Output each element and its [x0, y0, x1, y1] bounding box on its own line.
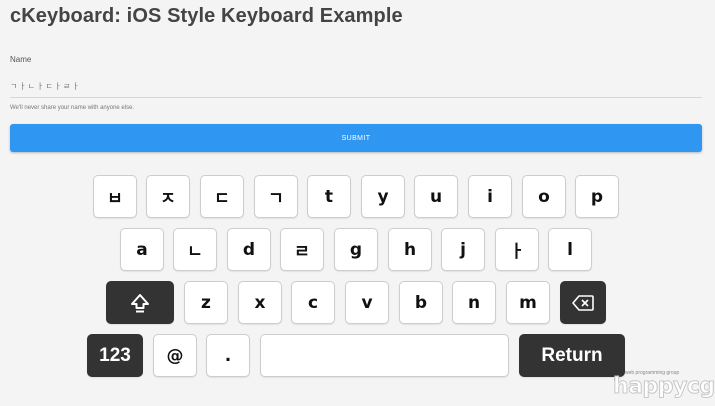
key-row1-2[interactable]: ㅈ: [146, 175, 190, 218]
return-key[interactable]: Return: [519, 334, 625, 377]
key-row1-8[interactable]: i: [468, 175, 512, 218]
name-label: Name: [10, 55, 32, 64]
key-row2-8[interactable]: ㅏ: [495, 228, 539, 271]
key-row2-4[interactable]: ㄹ: [280, 228, 324, 271]
shift-key[interactable]: [106, 281, 174, 324]
key-row1-1[interactable]: ㅂ: [93, 175, 137, 218]
key-row1-9[interactable]: o: [522, 175, 566, 218]
key-row3-3[interactable]: c: [291, 281, 335, 324]
key-row2-3[interactable]: d: [227, 228, 271, 271]
key-row3-6[interactable]: n: [452, 281, 496, 324]
shift-icon: [131, 293, 149, 312]
key-row2-5[interactable]: g: [334, 228, 378, 271]
watermark-brand: happycgi: [613, 374, 715, 400]
key-row2-9[interactable]: l: [548, 228, 592, 271]
key-row1-4[interactable]: ㄱ: [254, 175, 298, 218]
key-row1-3[interactable]: ㄷ: [200, 175, 244, 218]
key-row2-2[interactable]: ㄴ: [173, 228, 217, 271]
key-row1-5[interactable]: t: [307, 175, 351, 218]
space-key[interactable]: [260, 334, 509, 377]
key-row3-2[interactable]: x: [238, 281, 282, 324]
key-row3-5[interactable]: b: [399, 281, 443, 324]
watermark-logo: web programming group happycgi: [613, 370, 715, 404]
key-row3-4[interactable]: v: [345, 281, 389, 324]
key-row2-6[interactable]: h: [388, 228, 432, 271]
at-key[interactable]: @: [153, 334, 197, 377]
key-row1-7[interactable]: u: [414, 175, 458, 218]
backspace-icon: [572, 294, 594, 311]
dot-key[interactable]: .: [206, 334, 250, 377]
key-row3-7[interactable]: m: [506, 281, 550, 324]
key-row3-1[interactable]: z: [184, 281, 228, 324]
key-row1-6[interactable]: y: [361, 175, 405, 218]
name-input[interactable]: [10, 76, 702, 98]
submit-button[interactable]: SUBMIT: [10, 124, 702, 152]
key-row1-10[interactable]: p: [575, 175, 619, 218]
page-title: cKeyboard: iOS Style Keyboard Example: [10, 5, 403, 27]
numbers-key[interactable]: 123: [87, 334, 143, 377]
backspace-key[interactable]: [560, 281, 606, 324]
key-row2-7[interactable]: j: [441, 228, 485, 271]
name-help-text: We'll never share your name with anyone …: [10, 105, 135, 111]
key-row2-1[interactable]: a: [120, 228, 164, 271]
